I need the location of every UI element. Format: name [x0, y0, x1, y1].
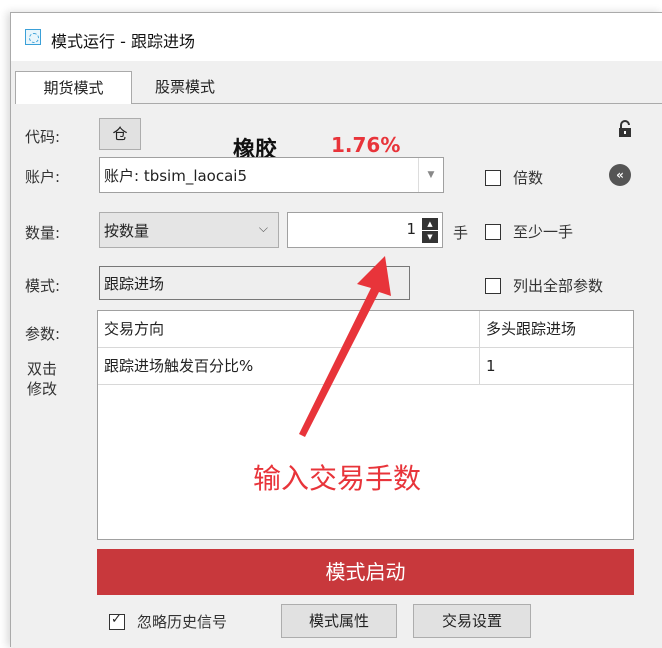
dropdown-arrow-icon: ▼ — [418, 158, 443, 192]
params-label: 参数: — [25, 325, 61, 343]
mode-properties-button[interactable]: 模式属性 — [281, 604, 397, 638]
account-select[interactable]: 账户: tbsim_laocai5 ▼ — [99, 157, 444, 193]
collapse-icon[interactable]: « — [609, 164, 631, 186]
list-all-checkbox[interactable] — [485, 278, 501, 294]
quantity-mode-select[interactable]: 按数量 ⌵ — [99, 212, 279, 248]
double-click-hint: 双击 修改 — [27, 360, 58, 398]
window-title: 模式运行 - 跟踪进场 — [51, 32, 195, 51]
param-value[interactable]: 1 — [480, 348, 633, 384]
multiple-checkbox[interactable] — [485, 170, 501, 186]
trade-settings-button[interactable]: 交易设置 — [413, 604, 531, 638]
ignore-history-label: 忽略历史信号 — [137, 613, 228, 631]
quantity-label: 数量: — [25, 224, 61, 242]
annotation-text: 输入交易手数 — [253, 462, 422, 495]
chevron-down-icon: ⌵ — [258, 221, 268, 235]
multiple-label: 倍数 — [513, 169, 544, 187]
at-least-one-label: 至少一手 — [513, 223, 574, 241]
title-bar: 模式运行 - 跟踪进场 — [11, 13, 662, 61]
stepper-up-icon[interactable]: ▲ — [422, 218, 438, 230]
position-button[interactable]: 仓 — [99, 118, 141, 150]
ignore-history-checkbox[interactable]: ✓ — [109, 612, 125, 630]
app-icon — [25, 29, 41, 45]
main-window: 模式运行 - 跟踪进场 期货模式 股票模式 代码: 仓 橡胶 1.76% 账户:… — [10, 12, 662, 648]
stepper-down-icon[interactable]: ▼ — [422, 231, 438, 243]
quantity-stepper[interactable]: 1 ▲ ▼ — [287, 212, 443, 248]
code-label: 代码: — [25, 128, 61, 146]
tab-strip: 期货模式 股票模式 — [11, 71, 662, 104]
price-change: 1.76% — [331, 133, 401, 157]
account-value: 账户: tbsim_laocai5 — [104, 167, 248, 185]
futures-panel: 代码: 仓 橡胶 1.76% 账户: 账户: tbsim_laocai5 ▼ 倍… — [15, 103, 662, 648]
list-all-label: 列出全部参数 — [513, 277, 604, 295]
checkmark-icon: ✓ — [111, 612, 122, 627]
quantity-mode-value: 按数量 — [104, 222, 150, 240]
at-least-one-checkbox[interactable] — [485, 224, 501, 240]
tab-futures[interactable]: 期货模式 — [15, 71, 132, 104]
mode-label: 模式: — [25, 277, 61, 295]
param-name: 交易方向 — [98, 311, 480, 347]
param-name: 跟踪进场触发百分比% — [98, 348, 480, 384]
lock-icon[interactable] — [617, 120, 633, 138]
account-label: 账户: — [25, 168, 61, 186]
start-mode-button[interactable]: 模式启动 — [97, 549, 634, 595]
tab-stocks[interactable]: 股票模式 — [135, 71, 235, 103]
quantity-value: 1 — [406, 220, 416, 238]
quantity-unit: 手 — [453, 224, 469, 242]
annotation-arrow — [299, 256, 391, 437]
param-value[interactable]: 多头跟踪进场 — [480, 311, 633, 347]
mode-value: 跟踪进场 — [104, 275, 165, 293]
